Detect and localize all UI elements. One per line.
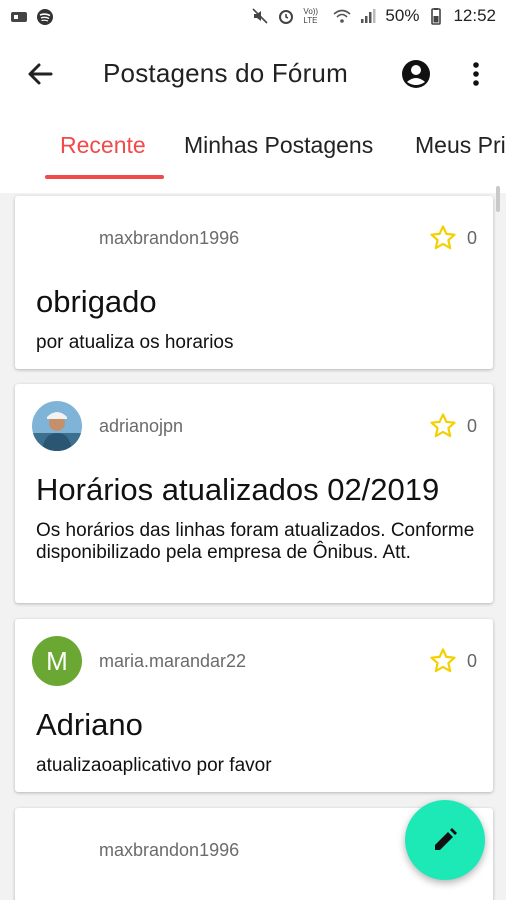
- post-body: Os horários das linhas foram atualizados…: [36, 520, 475, 563]
- app-bar: Postagens do Fórum: [0, 40, 506, 110]
- new-post-button[interactable]: [405, 800, 485, 880]
- alarm-icon: [279, 10, 294, 24]
- pencil-icon: [435, 828, 457, 850]
- tab-minhas-postagens[interactable]: Minhas Postagens: [184, 132, 373, 159]
- volte-indicator: Vo)) LTE: [303, 7, 319, 25]
- post-title: Adriano: [36, 707, 143, 742]
- active-tab-indicator: [45, 175, 164, 179]
- post-author[interactable]: maxbrandon1996: [99, 228, 239, 249]
- message-icon: [11, 12, 27, 22]
- clock: 12:52: [453, 6, 496, 25]
- battery-percent: 50%: [385, 6, 420, 25]
- tab-recente[interactable]: Recente: [60, 132, 146, 159]
- star-icon[interactable]: [429, 224, 457, 252]
- avatar-photo: [32, 401, 82, 451]
- more-vert-icon[interactable]: [464, 58, 488, 90]
- post-body: atualizaoaplicativo por favor: [36, 755, 272, 776]
- account-circle-icon[interactable]: [400, 58, 432, 90]
- battery-icon: [431, 8, 442, 25]
- mute-icon: [252, 8, 268, 24]
- tab-meus-pri[interactable]: Meus Pri: [415, 132, 506, 159]
- star-icon[interactable]: [429, 412, 457, 440]
- signal-icon: [361, 9, 376, 23]
- scrollbar[interactable]: [496, 186, 500, 212]
- avatar[interactable]: [32, 401, 82, 451]
- arrow-back-icon[interactable]: [24, 58, 56, 90]
- post-card[interactable]: maxbrandon1996 0 obrigado por atualiza o…: [15, 196, 493, 369]
- post-body: por atualiza os horarios: [36, 332, 234, 353]
- post-author[interactable]: adrianojpn: [99, 416, 183, 437]
- post-card[interactable]: adrianojpn 0 Horários atualizados 02/201…: [15, 384, 493, 603]
- star-icon[interactable]: [429, 647, 457, 675]
- post-card[interactable]: M maria.marandar22 0 Adriano atualizaoap…: [15, 619, 493, 792]
- status-bar: Vo)) LTE 50% 12:52: [0, 0, 506, 36]
- post-title: Horários atualizados 02/2019: [36, 472, 440, 507]
- star-count: 0: [467, 228, 478, 248]
- spotify-icon: [37, 9, 53, 25]
- star-count: 0: [467, 651, 478, 671]
- avatar[interactable]: M: [32, 636, 82, 686]
- post-author[interactable]: maria.marandar22: [99, 651, 246, 672]
- post-title: obrigado: [36, 284, 157, 319]
- tab-bar: Recente Minhas Postagens Meus Pri: [0, 118, 506, 180]
- star-count: 0: [467, 416, 478, 436]
- top-bar: Vo)) LTE 50% 12:52 Postagens do Fórum Re…: [0, 0, 506, 193]
- page-title: Postagens do Fórum: [103, 58, 348, 88]
- post-author[interactable]: maxbrandon1996: [99, 840, 239, 861]
- wifi-icon: [333, 9, 351, 23]
